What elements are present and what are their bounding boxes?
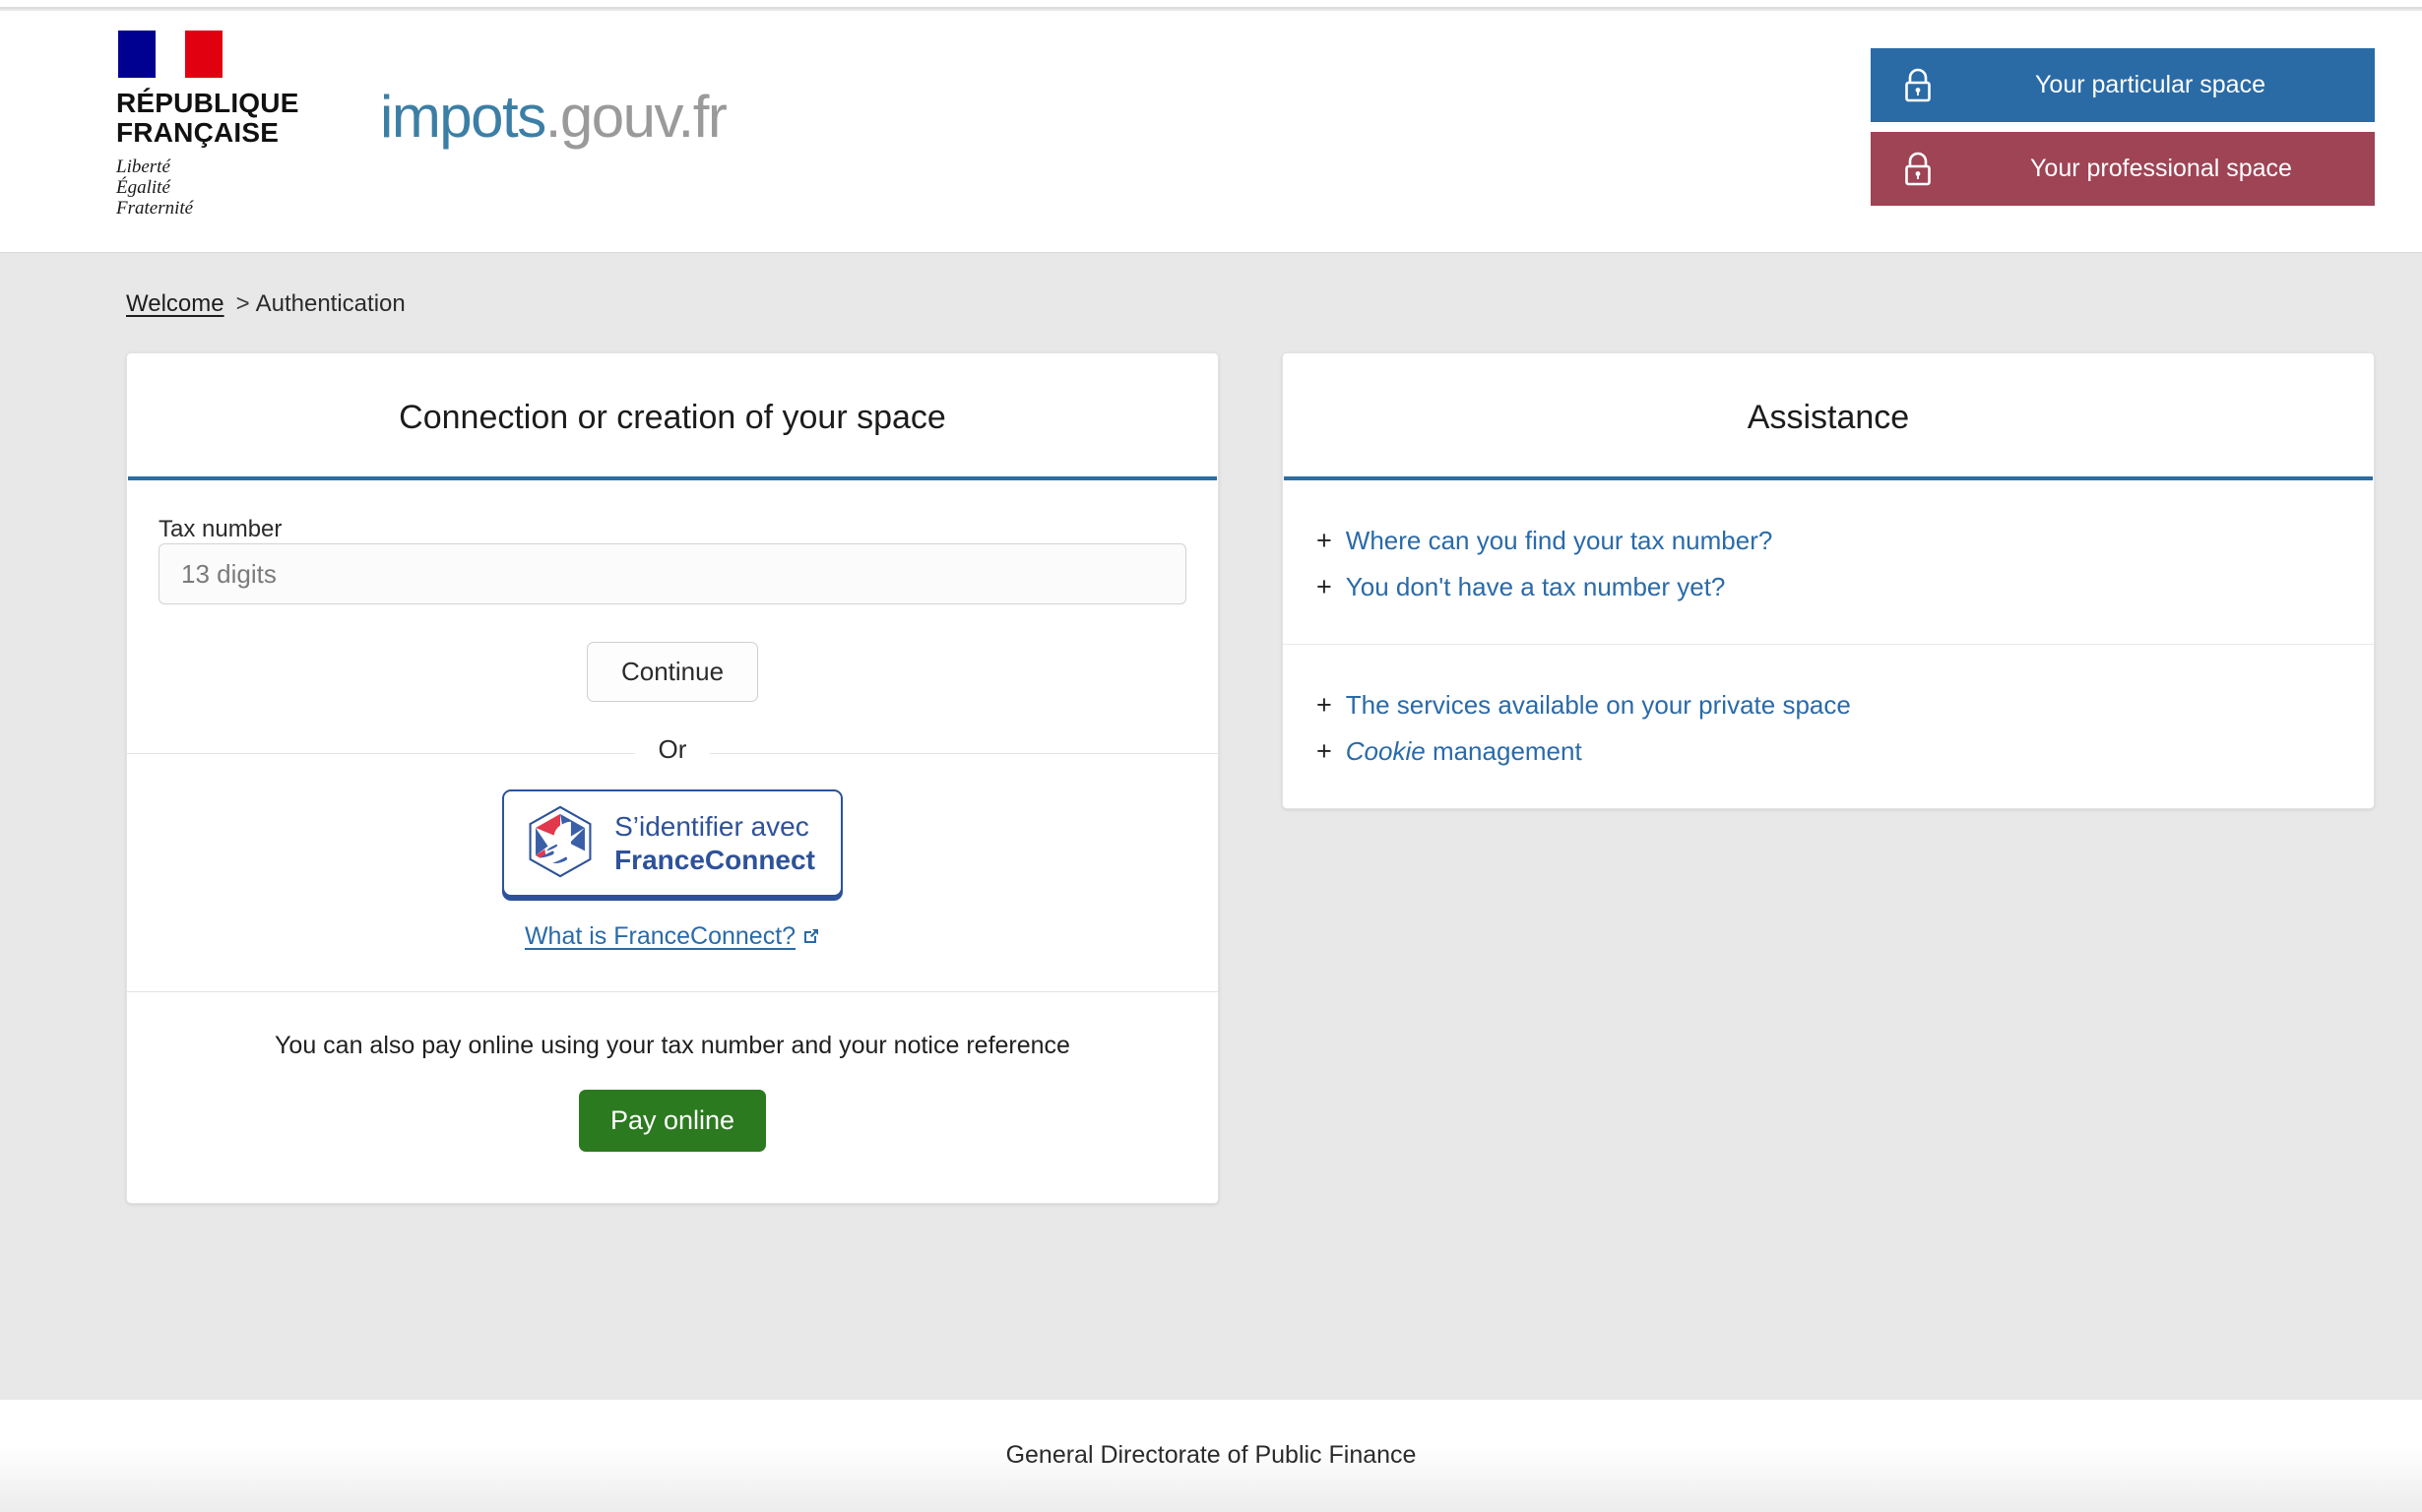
particular-space-label: Your particular space: [2035, 71, 2265, 98]
continue-row: Continue: [127, 604, 1218, 702]
assistance-item-where-find-tax-number[interactable]: + Where can you find your tax number?: [1316, 518, 2340, 564]
assistance-card-title: Assistance: [1747, 399, 1910, 436]
cookie-word: Cookie: [1345, 736, 1426, 766]
flag-white-band: [156, 31, 185, 78]
plus-icon: +: [1316, 736, 1332, 766]
your-particular-space-button[interactable]: Your particular space: [1871, 48, 2375, 122]
lock-icon: [1871, 67, 1965, 104]
assistance-item-label: The services available on your private s…: [1345, 690, 1851, 720]
flag-blue-band: [118, 31, 157, 78]
or-divider: Or: [127, 734, 1218, 764]
site-header: RÉPUBLIQUE FRANÇAISE Liberté Égalité Fra…: [0, 11, 2422, 253]
breadcrumb-separator: >: [235, 290, 250, 317]
marianne-flag-icon: [118, 31, 223, 78]
what-is-franceconnect-link[interactable]: What is FranceConnect?: [525, 922, 820, 950]
tax-number-input[interactable]: [159, 543, 1186, 604]
brand-block[interactable]: RÉPUBLIQUE FRANÇAISE Liberté Égalité Fra…: [116, 31, 728, 219]
assistance-item-label: You don't have a tax number yet?: [1345, 572, 1726, 601]
wordmark-gouvfr: .gouv.fr: [544, 84, 728, 150]
franceconnect-zone: S’identifier avec FranceConnect What is …: [127, 754, 1218, 952]
professional-space-label: Your professional space: [2030, 155, 2292, 182]
impots-gouv-wordmark[interactable]: impots.gouv.fr: [380, 88, 728, 147]
franceconnect-login-button[interactable]: S’identifier avec FranceConnect: [502, 789, 843, 897]
assistance-group-services: + The services available on your private…: [1283, 644, 2374, 808]
breadcrumb: Welcome > Authentication: [126, 290, 406, 318]
footer-text: General Directorate of Public Finance: [1005, 1441, 1417, 1469]
assistance-item-cookie-management[interactable]: + Cookie management: [1316, 728, 2340, 775]
franceconnect-line-1: S’identifier avec: [614, 810, 809, 842]
rf-line-2: FRANÇAISE: [116, 117, 280, 148]
management-word: management: [1425, 736, 1582, 766]
republique-francaise-title: RÉPUBLIQUE FRANÇAISE: [116, 88, 299, 148]
breadcrumb-home-link[interactable]: Welcome: [126, 290, 224, 317]
wordmark-impots: impots: [380, 84, 546, 150]
tax-number-field-block: Tax number: [127, 480, 1218, 604]
what-is-franceconnect-label: What is FranceConnect?: [524, 922, 797, 950]
plus-icon: +: [1316, 690, 1332, 720]
flag-red-band: [184, 31, 223, 78]
plus-icon: +: [1316, 526, 1332, 555]
assistance-card: Assistance + Where can you find your tax…: [1282, 352, 2375, 809]
franceconnect-line-2: FranceConnect: [614, 844, 815, 875]
pay-online-description: You can also pay online using your tax n…: [275, 1032, 1070, 1059]
space-buttons-group: Your particular space Your professional …: [1871, 48, 2375, 206]
site-footer: General Directorate of Public Finance: [0, 1400, 2422, 1512]
your-professional-space-button[interactable]: Your professional space: [1871, 132, 2375, 206]
motto-liberte: Liberté: [116, 157, 170, 177]
external-link-icon: [802, 923, 820, 951]
rf-line-1: RÉPUBLIQUE: [116, 88, 299, 118]
assistance-item-label: Cookie management: [1346, 736, 1582, 767]
login-card-title: Connection or creation of your space: [399, 399, 946, 436]
or-label: Or: [634, 734, 711, 764]
plus-icon: +: [1316, 572, 1332, 601]
tax-number-label: Tax number: [159, 516, 283, 542]
assistance-item-services-private-space[interactable]: + The services available on your private…: [1316, 682, 2340, 728]
national-motto: Liberté Égalité Fraternité: [116, 157, 282, 219]
motto-egalite: Égalité: [116, 177, 170, 198]
franceconnect-marianne-icon: [522, 803, 599, 883]
franceconnect-info-row: What is FranceConnect?: [127, 922, 1218, 952]
assistance-item-label: Where can you find your tax number?: [1345, 526, 1773, 555]
continue-button[interactable]: Continue: [586, 642, 759, 702]
pay-online-button[interactable]: Pay online: [578, 1090, 767, 1152]
motto-fraternite: Fraternité: [116, 198, 194, 219]
login-card: Connection or creation of your space Tax…: [126, 352, 1219, 1204]
breadcrumb-current: Authentication: [255, 290, 406, 317]
republique-francaise-logo: RÉPUBLIQUE FRANÇAISE Liberté Égalité Fra…: [116, 31, 299, 219]
lock-icon: [1871, 151, 1965, 188]
franceconnect-button-text: S’identifier avec FranceConnect: [614, 810, 815, 877]
assistance-group-tax-number: + Where can you find your tax number? + …: [1283, 480, 2374, 644]
assistance-item-no-tax-number-yet[interactable]: + You don't have a tax number yet?: [1316, 564, 2340, 610]
pay-online-zone: You can also pay online using your tax n…: [127, 991, 1218, 1203]
browser-top-edge: [0, 0, 2422, 9]
